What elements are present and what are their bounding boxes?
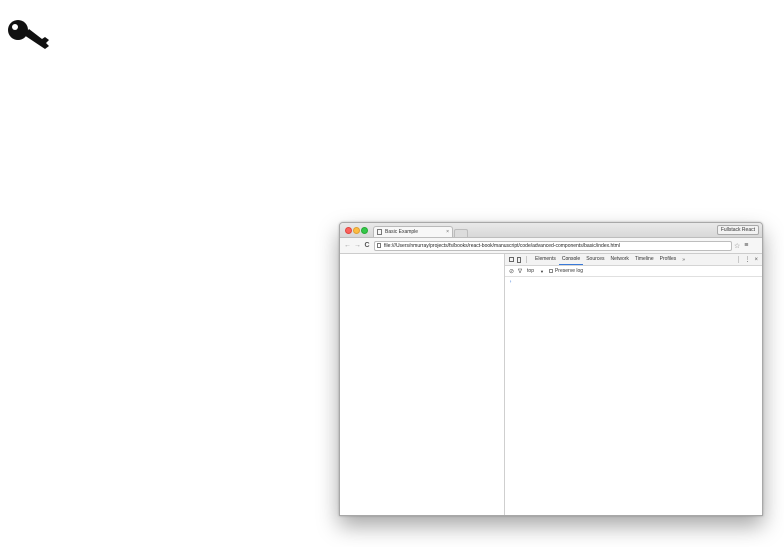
maximize-window-button[interactable]: [361, 227, 368, 234]
tab-timeline[interactable]: Timeline: [632, 254, 657, 265]
page-viewport[interactable]: [340, 254, 505, 515]
console-prompt-line[interactable]: ›: [505, 277, 762, 286]
chevron-down-icon[interactable]: ▼: [540, 269, 544, 274]
new-tab-button[interactable]: [454, 229, 468, 237]
clear-console-icon[interactable]: ⊘: [509, 268, 514, 275]
console-toolbar: ⊘ ∇ top ▼ Preserve log: [505, 266, 762, 277]
back-arrow-icon[interactable]: ←: [344, 242, 351, 249]
browser-toolbar: ← → C file:///Users/nmurray/projects/fs/…: [340, 238, 762, 254]
tab-close-icon[interactable]: ×: [446, 229, 449, 235]
prompt-chevron-icon: ›: [509, 278, 513, 285]
title-bar: Basic Example × Fullstack React: [340, 223, 762, 238]
preserve-log-checkbox[interactable]: [548, 269, 553, 273]
page-icon: [377, 243, 381, 248]
inspect-element-icon[interactable]: [509, 257, 514, 262]
address-bar[interactable]: file:///Users/nmurray/projects/fs/books/…: [374, 240, 732, 251]
browser-tab[interactable]: Basic Example ×: [373, 226, 453, 237]
devtools-tab-bar: Elements Console Sources Network Timelin…: [505, 254, 762, 266]
more-tabs-icon[interactable]: »: [679, 257, 688, 263]
browser-content: Elements Console Sources Network Timelin…: [340, 254, 762, 515]
forward-arrow-icon[interactable]: →: [354, 242, 361, 249]
key-icon: [8, 20, 49, 49]
devtools-close-icon[interactable]: ×: [754, 257, 758, 263]
browser-window: Basic Example × Fullstack React ← → C fi…: [339, 222, 763, 516]
tab-elements[interactable]: Elements: [532, 254, 559, 265]
hamburger-menu-icon[interactable]: ≡: [744, 242, 748, 249]
devtools-menu-icon[interactable]: ⋮: [744, 256, 750, 263]
url-text[interactable]: file:///Users/nmurray/projects/fs/books/…: [384, 243, 620, 249]
close-window-button[interactable]: [345, 227, 352, 234]
context-selector[interactable]: top: [527, 268, 534, 274]
device-mode-icon[interactable]: [517, 256, 521, 263]
tab-profiles[interactable]: Profiles: [657, 254, 680, 265]
preserve-log-label: Preserve log: [554, 268, 584, 274]
reload-icon[interactable]: C: [364, 242, 370, 249]
divider: [526, 256, 527, 263]
tab-network[interactable]: Network: [608, 254, 632, 265]
profile-button[interactable]: Fullstack React: [716, 225, 759, 235]
devtools-panel: Elements Console Sources Network Timelin…: [505, 254, 762, 515]
tab-sources[interactable]: Sources: [583, 254, 607, 265]
minimize-window-button[interactable]: [353, 227, 360, 234]
divider: [738, 256, 740, 263]
filter-icon[interactable]: ∇: [518, 268, 522, 275]
tab-title: Basic Example: [385, 229, 419, 235]
bookmark-star-icon[interactable]: ☆: [734, 242, 740, 250]
page-icon: [377, 229, 382, 235]
tab-console[interactable]: Console: [558, 254, 584, 265]
